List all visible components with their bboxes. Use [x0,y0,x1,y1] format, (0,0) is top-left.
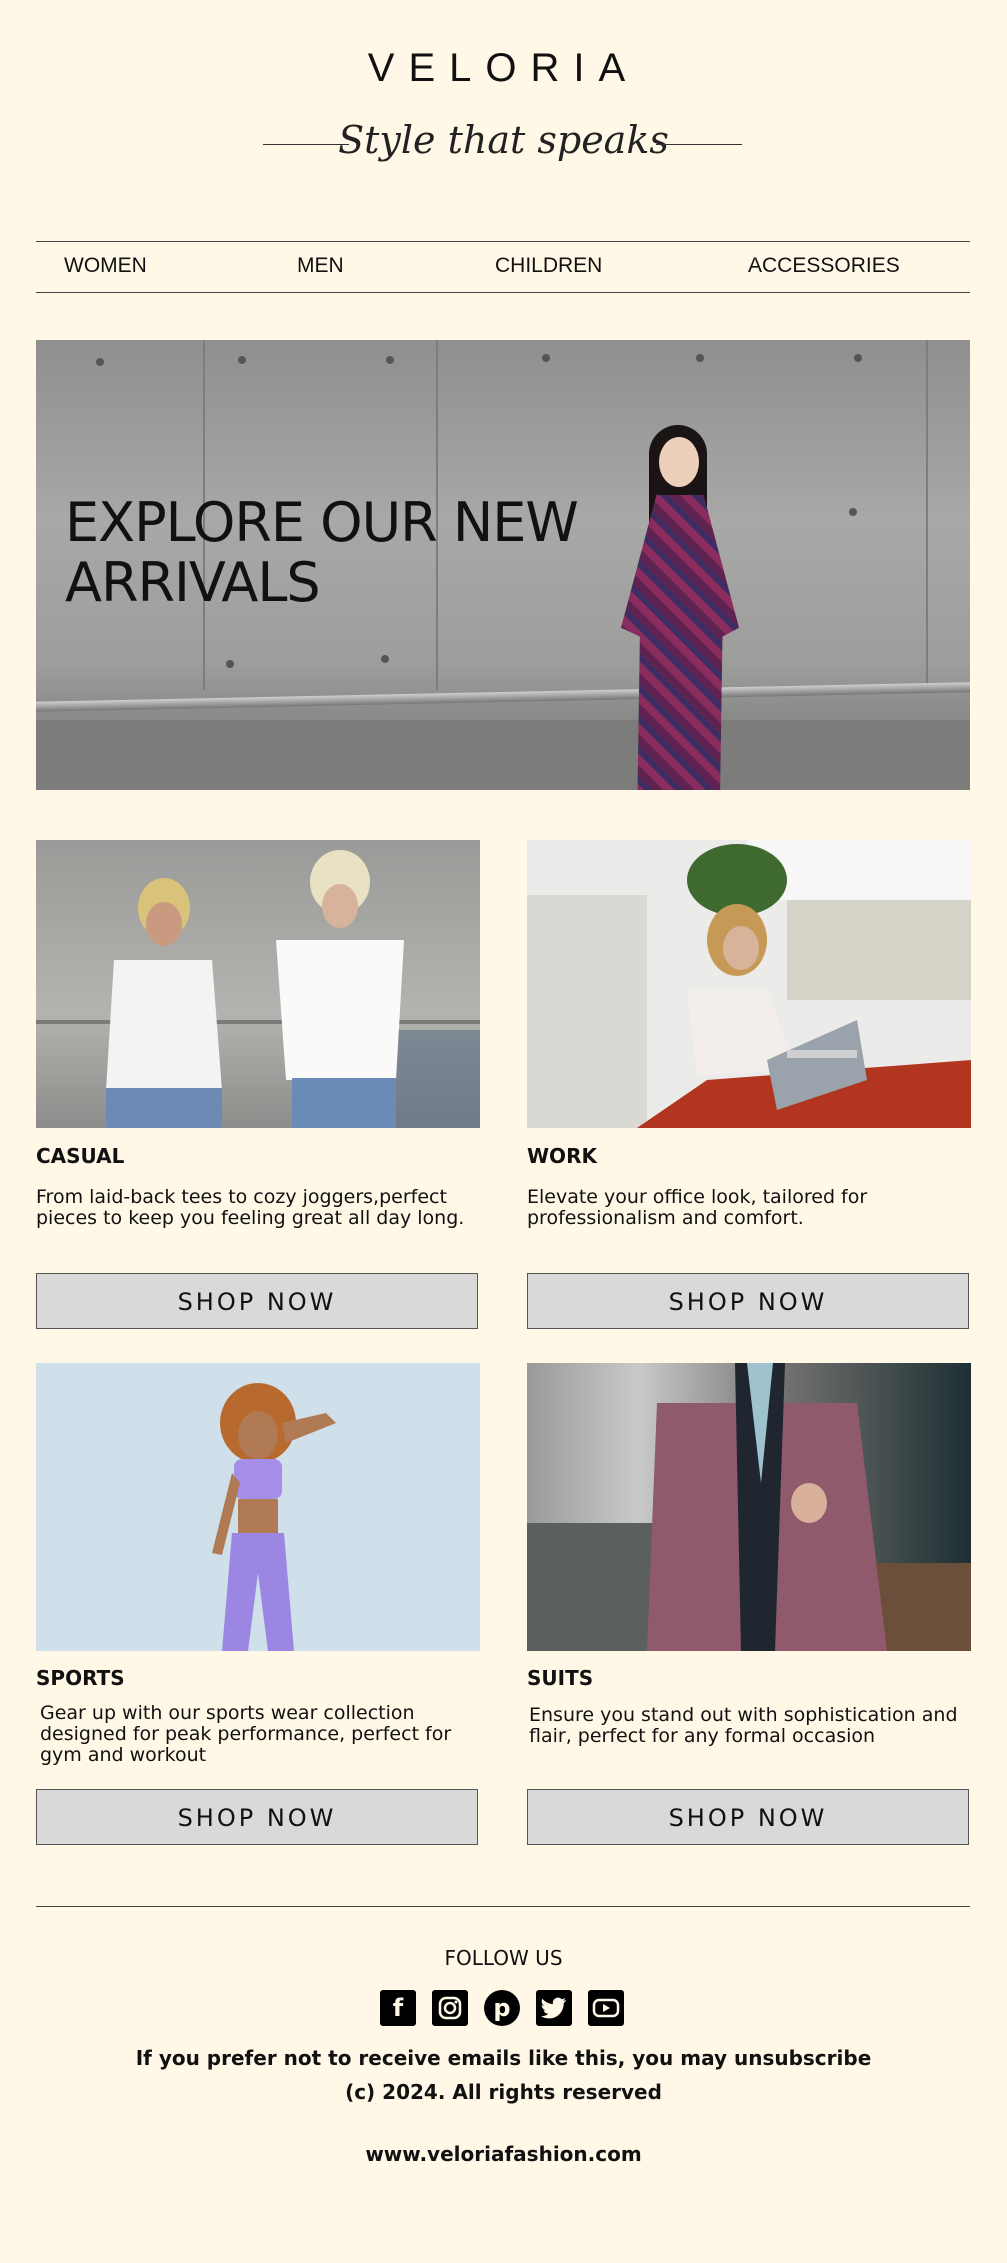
wall-bolt [238,356,246,364]
shop-now-button-sports[interactable]: SHOP NOW [36,1789,478,1845]
category-desc-suits: Ensure you stand out with sophistication… [529,1704,958,1747]
unsubscribe-text[interactable]: If you prefer not to receive emails like… [0,2046,1007,2070]
nav-bottom-divider [36,292,970,293]
follow-us-label: FOLLOW US [444,1946,563,1970]
wall-bolt [386,356,394,364]
suits-image[interactable] [527,1363,971,1651]
shop-now-button-casual[interactable]: SHOP NOW [36,1273,478,1329]
tagline: Style that speaks [338,118,669,162]
wall-bolt [381,655,389,663]
sports-image[interactable] [36,1363,480,1651]
youtube-icon[interactable] [588,1990,624,2026]
hero-title: EXPLORE OUR NEW ARRIVALS [65,493,625,613]
tagline-divider-right [656,144,742,145]
nav-item-women[interactable]: WOMEN [64,254,147,278]
model-dress [621,495,739,790]
nav-item-accessories[interactable]: ACCESSORIES [748,254,900,278]
footer-divider [36,1906,970,1907]
pinterest-icon[interactable]: p [484,1990,520,2026]
hero-ledge [36,720,970,790]
category-desc-sports: Gear up with our sports wear collection … [40,1702,452,1766]
category-title-sports: SPORTS [36,1666,125,1690]
wall-bolt [849,508,857,516]
category-title-casual: CASUAL [36,1144,125,1168]
wall-bolt [854,354,862,362]
shop-now-button-suits[interactable]: SHOP NOW [527,1789,969,1845]
work-image[interactable] [527,840,971,1128]
instagram-icon[interactable] [432,1990,468,2026]
category-title-suits: SUITS [527,1666,594,1690]
brand-logo: VELORIA [367,46,640,90]
wall-bolt [226,660,234,668]
wall-bolt [696,354,704,362]
facebook-icon[interactable]: f [380,1990,416,2026]
social-links: f p [380,1990,624,2028]
casual-image[interactable] [36,840,480,1128]
suits-photo [527,1363,971,1651]
work-photo [527,840,971,1128]
hero-model-image [601,425,746,790]
category-title-work: WORK [527,1144,597,1168]
shop-now-button-work[interactable]: SHOP NOW [527,1273,969,1329]
wall-bolt [542,354,550,362]
copyright-text: (c) 2024. All rights reserved [345,2080,662,2104]
hero-title-line2: ARRIVALS [65,551,321,614]
twitter-icon[interactable] [536,1990,572,2026]
category-desc-casual: From laid-back tees to cozy joggers,perf… [36,1186,465,1229]
hero-railing [36,682,970,712]
wall-bolt [96,358,104,366]
sports-photo [212,1383,336,1651]
wall-seam [926,340,928,690]
website-link[interactable]: www.veloriafashion.com [0,2142,1007,2166]
nav-top-divider [36,241,970,242]
hero-title-line1: EXPLORE OUR NEW [65,491,579,554]
model-face [659,437,699,487]
nav-item-children[interactable]: CHILDREN [495,254,602,278]
casual-photo [36,850,480,1128]
hero-banner[interactable]: EXPLORE OUR NEW ARRIVALS [36,340,970,790]
category-desc-work: Elevate your office look, tailored for p… [527,1186,868,1229]
nav-item-men[interactable]: MEN [297,254,344,278]
